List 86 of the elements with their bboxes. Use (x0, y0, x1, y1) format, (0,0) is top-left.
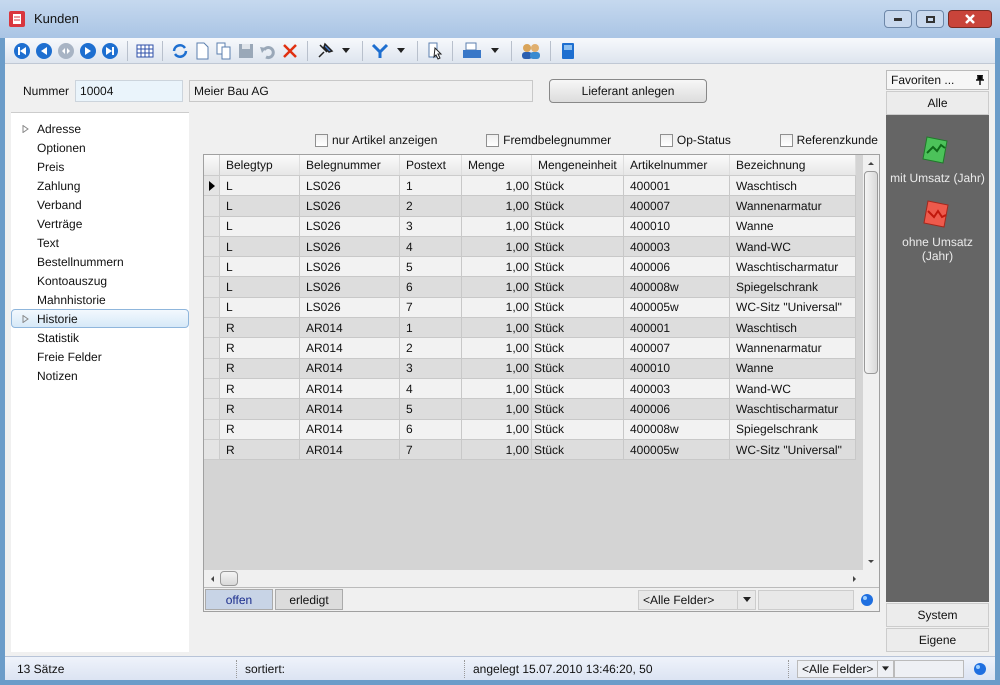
search-field[interactable] (758, 590, 854, 610)
option-checkbox[interactable]: nur Artikel anzeigen (315, 131, 438, 149)
sidebar-item[interactable]: Notizen (11, 366, 189, 385)
sidebar-item[interactable]: Preis (11, 157, 189, 176)
sidebar-item[interactable]: Mahnhistorie (11, 290, 189, 309)
pin-icon[interactable] (316, 42, 334, 60)
status-search-field[interactable] (894, 660, 964, 678)
refresh-icon[interactable] (171, 42, 189, 60)
caret-icon[interactable] (742, 597, 750, 602)
table-cell: 400005w (624, 440, 730, 460)
row-selector[interactable] (204, 176, 220, 196)
table-cell: R (220, 440, 300, 460)
column-header[interactable]: Belegnummer (300, 155, 400, 175)
column-header[interactable]: Menge (462, 155, 532, 175)
caret-icon[interactable] (342, 48, 350, 53)
grid-tab[interactable]: offen (205, 589, 273, 610)
column-header[interactable]: Postext (400, 155, 462, 175)
sort-status: sortiert: (237, 660, 465, 678)
last-icon[interactable] (101, 42, 119, 60)
favorite-label[interactable]: mit Umsatz (Jahr) (888, 171, 987, 185)
first-icon[interactable] (13, 42, 31, 60)
table-cell: Stück (532, 440, 624, 460)
table-cell: AR014 (300, 440, 400, 460)
favorites-tab[interactable]: Alle (886, 91, 989, 115)
sidebar-item[interactable]: Verträge (11, 214, 189, 233)
sidebar-item[interactable]: Adresse (11, 119, 189, 138)
expand-icon[interactable] (22, 124, 29, 132)
vertical-scroll-thumb[interactable] (864, 171, 878, 374)
caret-icon[interactable] (882, 666, 890, 671)
pin-icon[interactable] (976, 75, 984, 85)
favorites-header[interactable]: Favoriten ... (886, 70, 989, 90)
close-button[interactable] (948, 10, 992, 28)
caret-icon[interactable] (397, 48, 405, 53)
filter-icon[interactable] (371, 42, 389, 60)
option-checkbox[interactable]: Fremdbelegnummer (486, 131, 612, 149)
caret-icon[interactable] (491, 48, 499, 53)
favorite-label[interactable]: ohne Umsatz (Jahr) (886, 235, 989, 263)
minimize-button[interactable] (884, 10, 912, 28)
sidebar-item[interactable]: Historie (11, 309, 189, 328)
sidebar-item[interactable]: Bestellnummern (11, 252, 189, 271)
copy-icon[interactable] (215, 42, 233, 60)
table-icon[interactable] (136, 42, 154, 60)
name-field[interactable]: Meier Bau AG (189, 80, 534, 102)
column-header[interactable]: Artikelnummer (624, 155, 730, 175)
sidebar-item[interactable]: Zahlung (11, 176, 189, 195)
document-icon (8, 10, 26, 28)
sidebar-item[interactable]: Statistik (11, 328, 189, 347)
cursor-icon[interactable] (426, 42, 444, 60)
number-label: Nummer (23, 83, 70, 100)
column-header[interactable]: Bezeichnung (730, 155, 856, 175)
option-checkbox[interactable]: Referenzkunde (780, 131, 878, 149)
create-supplier-button[interactable]: Lieferant anlegen (549, 79, 708, 103)
close-icon[interactable] (965, 14, 975, 24)
sidebar-item[interactable]: Kontoauszug (11, 271, 189, 290)
record-count: 13 Sätze (5, 660, 237, 678)
favorites-button[interactable]: Eigene (886, 628, 989, 652)
horizontal-scroll-thumb[interactable] (220, 571, 238, 586)
sidebar-item[interactable]: Text (11, 233, 189, 252)
printer-icon[interactable] (461, 42, 483, 60)
sidebar-item[interactable]: Optionen (11, 138, 189, 157)
next-icon[interactable] (79, 42, 97, 60)
column-header[interactable]: Mengeneinheit (532, 155, 624, 175)
grid-tab[interactable]: erledigt (275, 589, 343, 610)
window-title: Kunden (34, 10, 79, 28)
favorites-button[interactable]: System (886, 603, 989, 627)
table-cell: 1,00 (462, 440, 532, 460)
sidebar-item[interactable]: Freie Felder (11, 347, 189, 366)
current-row-icon (208, 180, 214, 191)
people-icon[interactable] (520, 42, 542, 60)
globe-icon[interactable] (973, 662, 987, 676)
created-status: angelegt 15.07.2010 13:46:20, 50 (465, 660, 789, 678)
delete-icon[interactable] (281, 42, 299, 60)
book-icon[interactable] (559, 42, 577, 60)
globe-icon[interactable] (860, 592, 874, 606)
table-cell: WC-Sitz "Universal" (730, 440, 856, 460)
maximize-button[interactable] (916, 10, 944, 28)
expand-icon[interactable] (22, 314, 29, 322)
filter-dropdown[interactable]: <Alle Felder> (638, 590, 756, 610)
save-icon[interactable] (237, 42, 255, 60)
table-cell: 7 (400, 440, 462, 460)
status-filter-dropdown[interactable]: <Alle Felder> (797, 660, 894, 678)
column-header[interactable]: Belegtyp (220, 155, 300, 175)
sidebar-item[interactable]: Verband (11, 195, 189, 214)
number-field[interactable]: 10004 (75, 80, 184, 102)
previous-icon[interactable] (35, 42, 53, 60)
option-checkbox[interactable]: Op-Status (660, 131, 731, 149)
